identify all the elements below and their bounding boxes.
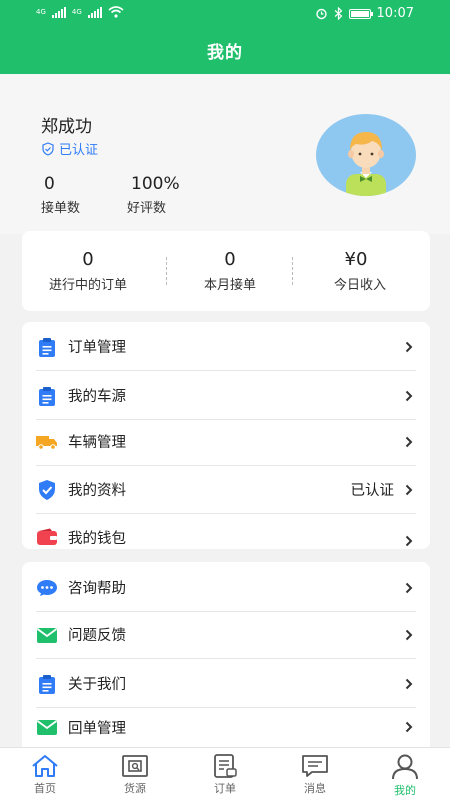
- avatar[interactable]: [316, 114, 416, 196]
- tab-label: 货源: [124, 782, 146, 795]
- bluetooth-icon: [334, 7, 342, 20]
- envelope-icon: [36, 624, 58, 646]
- menu-card-primary: 订单管理 我的车源 车辆管理 我的资料 已认证 我的钱包: [22, 322, 430, 549]
- wifi-icon: [108, 6, 124, 18]
- menu-card-secondary: 咨询帮助 问题反馈 关于我们 回单管理: [22, 562, 430, 747]
- tab-orders[interactable]: 订单: [180, 748, 270, 800]
- summary-income-value: ¥0: [344, 249, 368, 270]
- summary-ongoing-label: 进行中的订单: [48, 278, 127, 293]
- wallet-icon: [36, 526, 58, 548]
- chevron-right-icon: [402, 720, 416, 734]
- tab-label: 我的: [394, 784, 416, 797]
- profile-section: 郑成功 已认证 0 接单数 100% 好评数: [0, 74, 450, 234]
- tab-home[interactable]: 首页: [0, 748, 90, 800]
- menu-item-value: 已认证: [350, 483, 395, 499]
- alarm-icon: [315, 8, 327, 20]
- menu-item-my-vehicles-source[interactable]: 我的车源: [36, 372, 416, 420]
- menu-item-order-management[interactable]: 订单管理: [36, 323, 416, 371]
- summary-monthly-label: 本月接单: [203, 278, 256, 293]
- chevron-right-icon: [402, 581, 416, 595]
- network-label-1: 4G: [36, 8, 46, 16]
- network-label-2: 4G: [71, 8, 82, 16]
- user-name: 郑成功: [41, 117, 92, 137]
- battery-icon: [348, 8, 373, 19]
- summary-ongoing[interactable]: 0 进行中的订单: [28, 249, 148, 293]
- status-time: 10:07: [376, 6, 414, 21]
- menu-item-label: 我的钱包: [68, 531, 126, 547]
- menu-item-label: 关于我们: [68, 677, 126, 693]
- chevron-right-icon: [402, 534, 416, 548]
- summary-card: 0 进行中的订单 0 本月接单 ¥0 今日收入: [22, 231, 430, 311]
- signal-icon: [51, 6, 66, 18]
- status-left: 4G 4G: [36, 6, 124, 18]
- tab-cargo[interactable]: 货源: [90, 748, 180, 800]
- clipboard-icon: [36, 336, 58, 358]
- menu-item-label: 咨询帮助: [68, 581, 126, 597]
- tab-label: 订单: [214, 782, 236, 795]
- menu-item-vehicle-management[interactable]: 车辆管理: [36, 418, 416, 466]
- menu-item-label: 回单管理: [68, 720, 126, 737]
- tab-label: 首页: [34, 782, 56, 795]
- stat-rating-label: 好评数: [127, 201, 167, 216]
- menu-item-my-wallet[interactable]: 我的钱包: [36, 516, 416, 550]
- stat-rating-value: 100%: [131, 174, 180, 194]
- menu-item-my-profile[interactable]: 我的资料 已认证: [36, 466, 416, 514]
- menu-item-label: 订单管理: [68, 340, 126, 356]
- menu-item-label: 问题反馈: [68, 628, 126, 644]
- order-icon: [214, 754, 237, 778]
- page-title: 我的: [207, 43, 243, 63]
- chevron-right-icon: [402, 340, 416, 354]
- chat-bubble-icon: [36, 577, 58, 599]
- chevron-right-icon: [402, 483, 416, 497]
- clipboard-icon: [36, 673, 58, 695]
- chevron-right-icon: [402, 628, 416, 642]
- user-icon: [392, 754, 418, 780]
- shield-check-icon: [42, 141, 54, 156]
- status-bar: 4G 4G 10:07: [0, 0, 450, 28]
- stat-orders-label: 接单数: [41, 201, 81, 216]
- message-icon: [302, 755, 328, 777]
- tab-label: 消息: [304, 782, 326, 795]
- summary-divider: [166, 257, 167, 285]
- menu-item-help[interactable]: 咨询帮助: [36, 564, 416, 612]
- verified-badge: 已认证: [41, 139, 98, 158]
- truck-icon: [36, 431, 58, 453]
- shield-check-icon: [36, 479, 58, 501]
- chevron-right-icon: [402, 435, 416, 449]
- home-icon: [32, 755, 58, 777]
- status-right: 10:07: [315, 6, 414, 21]
- bottom-tab-bar: 首页 货源 订单 消息 我的: [0, 747, 450, 800]
- stat-rating: 100% 好评数: [127, 174, 180, 216]
- clipboard-icon: [36, 385, 58, 407]
- tab-messages[interactable]: 消息: [270, 748, 360, 800]
- summary-monthly-value: 0: [224, 249, 236, 270]
- stat-orders: 0 接单数: [41, 174, 81, 216]
- summary-income[interactable]: ¥0 今日收入: [300, 249, 420, 293]
- app-header: 4G 4G 10:07 我的: [0, 0, 450, 74]
- menu-item-receipt-management[interactable]: 回单管理: [36, 708, 416, 746]
- summary-ongoing-value: 0: [82, 249, 94, 270]
- menu-item-label: 我的资料: [68, 483, 126, 499]
- signal-icon-2: [87, 6, 102, 18]
- stat-orders-value: 0: [44, 174, 55, 194]
- chevron-right-icon: [402, 677, 416, 691]
- chevron-right-icon: [402, 389, 416, 403]
- avatar-illustration: [346, 132, 386, 196]
- verified-label: 已认证: [59, 143, 99, 158]
- menu-item-label: 我的车源: [68, 389, 126, 405]
- summary-monthly[interactable]: 0 本月接单: [170, 249, 290, 293]
- tab-mine[interactable]: 我的: [360, 748, 450, 800]
- menu-item-feedback[interactable]: 问题反馈: [36, 611, 416, 659]
- envelope-icon: [36, 716, 58, 738]
- menu-item-label: 车辆管理: [68, 435, 126, 451]
- summary-income-label: 今日收入: [333, 278, 386, 293]
- menu-item-about-us[interactable]: 关于我们: [36, 660, 416, 708]
- cargo-icon: [122, 755, 148, 777]
